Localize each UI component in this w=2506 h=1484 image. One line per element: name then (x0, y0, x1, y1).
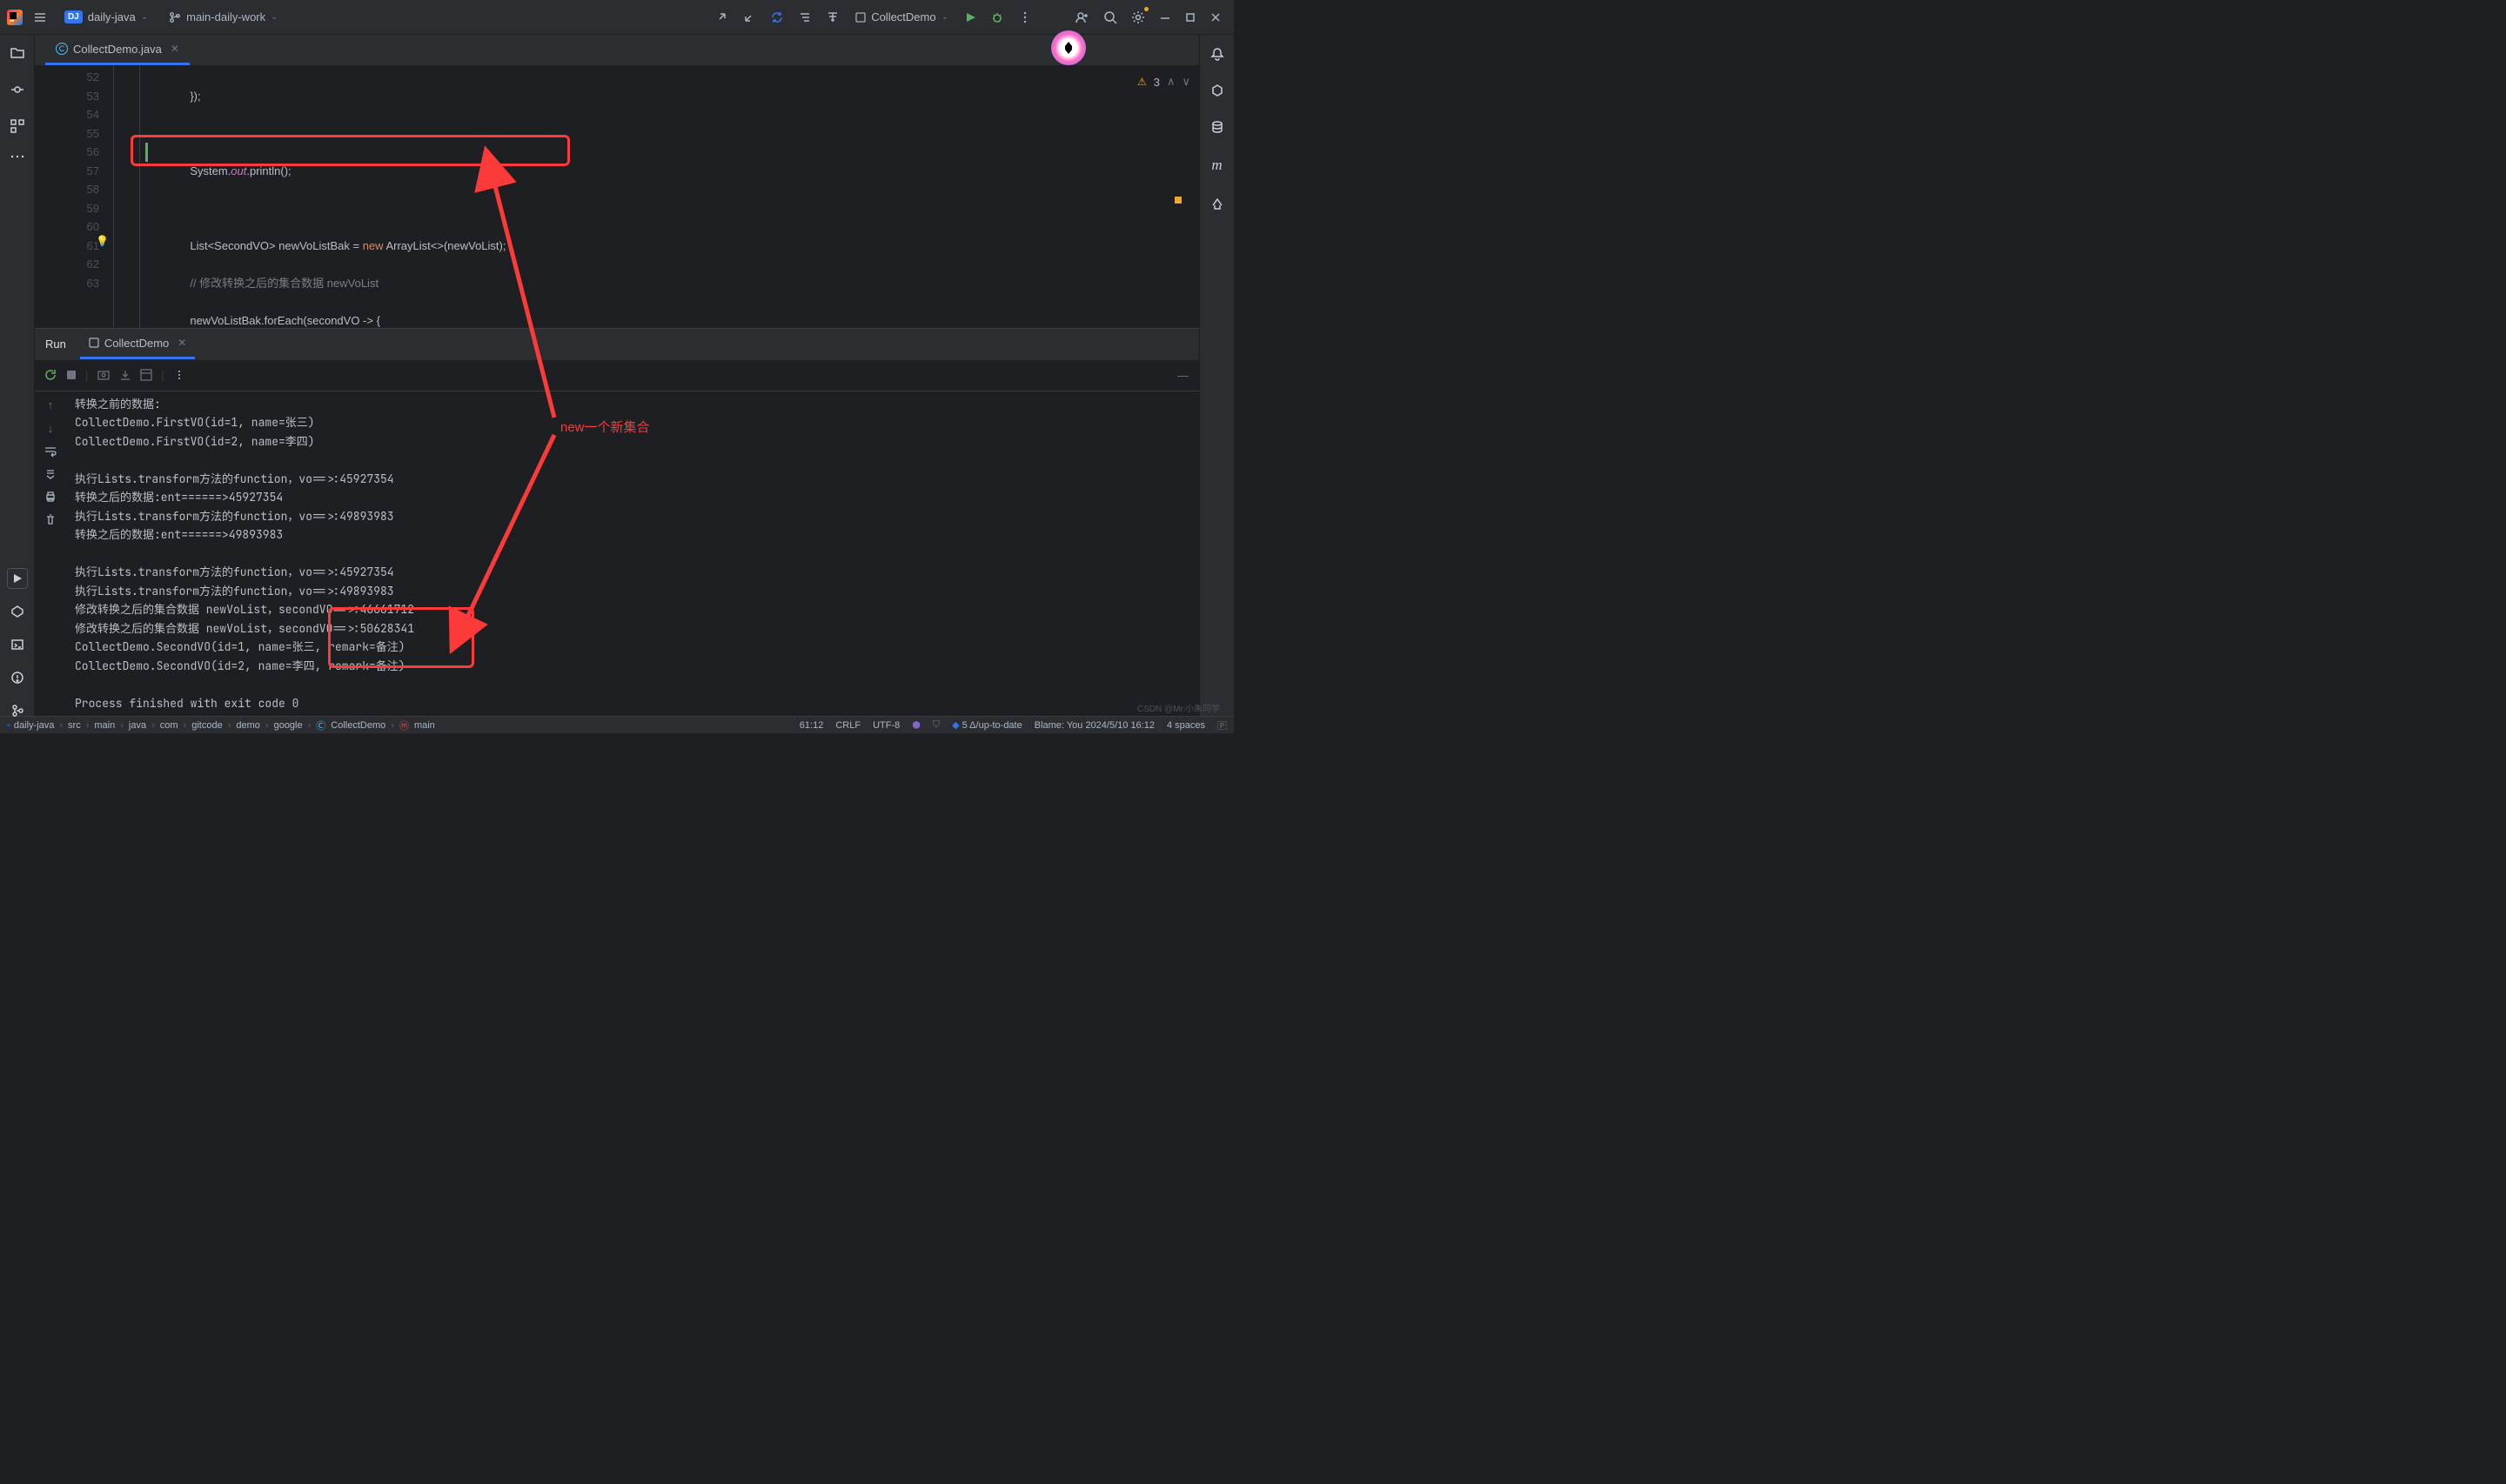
export-icon[interactable] (119, 369, 131, 381)
run-tab[interactable]: CollectDemo ✕ (80, 330, 195, 359)
shield-icon[interactable]: ⛉ (933, 719, 940, 731)
step-icon[interactable] (793, 5, 817, 30)
close-tab-icon[interactable]: ✕ (171, 43, 179, 55)
git-branch-selector[interactable]: main-daily-work ⌄ (162, 7, 285, 27)
project-name: daily-java (88, 10, 136, 23)
class-icon: C (56, 43, 68, 55)
filter-icon[interactable] (821, 5, 845, 30)
project-tool-icon[interactable] (6, 42, 29, 64)
soft-wrap-icon[interactable] (44, 445, 57, 458)
vcs-tool-icon[interactable] (7, 700, 28, 721)
project-selector[interactable]: DJ daily-java ⌄ (57, 7, 155, 27)
scroll-down-icon[interactable]: ↓ (48, 422, 54, 435)
settings-icon[interactable] (1126, 5, 1150, 30)
notifications-icon[interactable] (1207, 43, 1228, 64)
tab-name: CollectDemo.java (73, 43, 162, 56)
terminal-tool-icon[interactable] (7, 634, 28, 655)
search-icon[interactable] (1098, 5, 1122, 30)
breadcrumb[interactable]: daily-java› src› main› java› com› gitcod… (14, 719, 435, 732)
structure-tool-icon[interactable] (6, 115, 29, 137)
database-icon[interactable] (1207, 117, 1228, 137)
code-with-me-icon[interactable] (1070, 5, 1095, 30)
commit-tool-icon[interactable] (6, 78, 29, 101)
more-icon[interactable] (1013, 5, 1037, 30)
watermark: CSDN @Mr.小朱同学 (1137, 701, 1220, 714)
console-side-toolbar: ↑ ↓ (35, 391, 66, 717)
run-config-selector[interactable]: CollectDemo ⌄ (848, 7, 955, 27)
left-tool-sidebar (0, 35, 35, 716)
run-more-icon[interactable] (173, 369, 185, 381)
error-stripe-marker[interactable] (1175, 197, 1182, 204)
rerun-icon[interactable] (44, 368, 57, 382)
ai-icon[interactable] (1207, 80, 1228, 101)
sync-icon[interactable] (765, 5, 789, 30)
print-icon[interactable] (44, 491, 57, 503)
build-icon[interactable] (1207, 193, 1228, 214)
ai-assistant-avatar[interactable] (1051, 30, 1086, 65)
next-highlight-icon[interactable]: ∨ (1182, 75, 1190, 89)
editor-tab[interactable]: C CollectDemo.java ✕ (45, 36, 190, 65)
blame-info[interactable]: Blame: You 2024/5/10 16:12 (1035, 720, 1155, 731)
run-button[interactable] (959, 6, 982, 29)
arrow-out-icon[interactable] (709, 5, 734, 30)
scroll-to-end-icon[interactable] (44, 468, 57, 480)
intellij-logo (7, 10, 23, 25)
branch-name: main-daily-work (186, 10, 265, 23)
encoding[interactable]: UTF-8 (873, 720, 900, 731)
chevron-down-icon: ⌄ (941, 12, 948, 22)
status-bar: ▫ daily-java› src› main› java› com› gitc… (0, 716, 1234, 733)
layout-icon[interactable] (140, 369, 152, 381)
stop-icon[interactable] (66, 370, 77, 380)
copilot-icon[interactable]: ⬢ (912, 719, 921, 731)
chevron-down-icon: ⌄ (141, 12, 148, 22)
code-content[interactable]: }); System.out.println(); List<SecondVO>… (152, 66, 1199, 328)
run-panel: Run CollectDemo ✕ | | — (35, 328, 1199, 717)
vcs-marker (145, 143, 148, 162)
intention-bulb-icon[interactable]: 💡 (96, 235, 109, 247)
run-tab-name: CollectDemo (104, 337, 169, 350)
cursor-position[interactable]: 61:12 (800, 720, 824, 731)
code-editor[interactable]: 525354555657585960616263 💡 }); System.ou… (35, 66, 1199, 328)
close-run-tab-icon[interactable]: ✕ (178, 337, 186, 349)
line-separator[interactable]: CRLF (835, 720, 861, 731)
minimize-icon[interactable] (1154, 6, 1176, 29)
warning-count: 3 (1154, 76, 1160, 89)
run-panel-title: Run (45, 338, 66, 351)
services-tool-icon[interactable] (7, 601, 28, 622)
problems-tool-icon[interactable] (7, 667, 28, 688)
main-menu-icon[interactable] (30, 7, 50, 28)
project-icon: DJ (64, 10, 83, 23)
sync-status[interactable]: ◆ 5 Δ/up-to-date (952, 719, 1022, 731)
more-tool-icon[interactable] (7, 151, 28, 162)
right-tool-sidebar: m (1199, 35, 1234, 716)
screenshot-icon[interactable] (97, 368, 111, 382)
title-bar: DJ daily-java ⌄ main-daily-work ⌄ Collec… (0, 0, 1234, 35)
console-output[interactable]: 转换之前的数据: CollectDemo.FirstVO(id=1, name=… (66, 391, 1199, 717)
prev-highlight-icon[interactable]: ∧ (1167, 75, 1176, 89)
maven-icon[interactable]: m (1208, 153, 1225, 177)
editor-tabs: C CollectDemo.java ✕ (35, 35, 1199, 66)
clear-icon[interactable] (44, 513, 57, 525)
maximize-icon[interactable] (1180, 7, 1201, 28)
warning-icon[interactable]: ⚠ (1137, 76, 1147, 88)
line-numbers: 525354555657585960616263 (35, 66, 113, 328)
arrow-in-icon[interactable] (737, 5, 761, 30)
chevron-down-icon: ⌄ (271, 12, 278, 22)
run-toolbar: | | — (35, 360, 1199, 391)
scroll-up-icon[interactable]: ↑ (48, 398, 54, 411)
annotation-text: new一个新集合 (560, 418, 650, 436)
debug-button[interactable] (985, 5, 1009, 30)
reader-mode-icon[interactable]: 🄿 (1217, 719, 1227, 732)
indent-info[interactable]: 4 spaces (1167, 720, 1205, 731)
run-config-name: CollectDemo (871, 10, 935, 23)
close-icon[interactable] (1204, 6, 1227, 29)
panel-minimize-icon[interactable]: — (1177, 369, 1189, 382)
run-tool-icon[interactable] (7, 568, 28, 589)
